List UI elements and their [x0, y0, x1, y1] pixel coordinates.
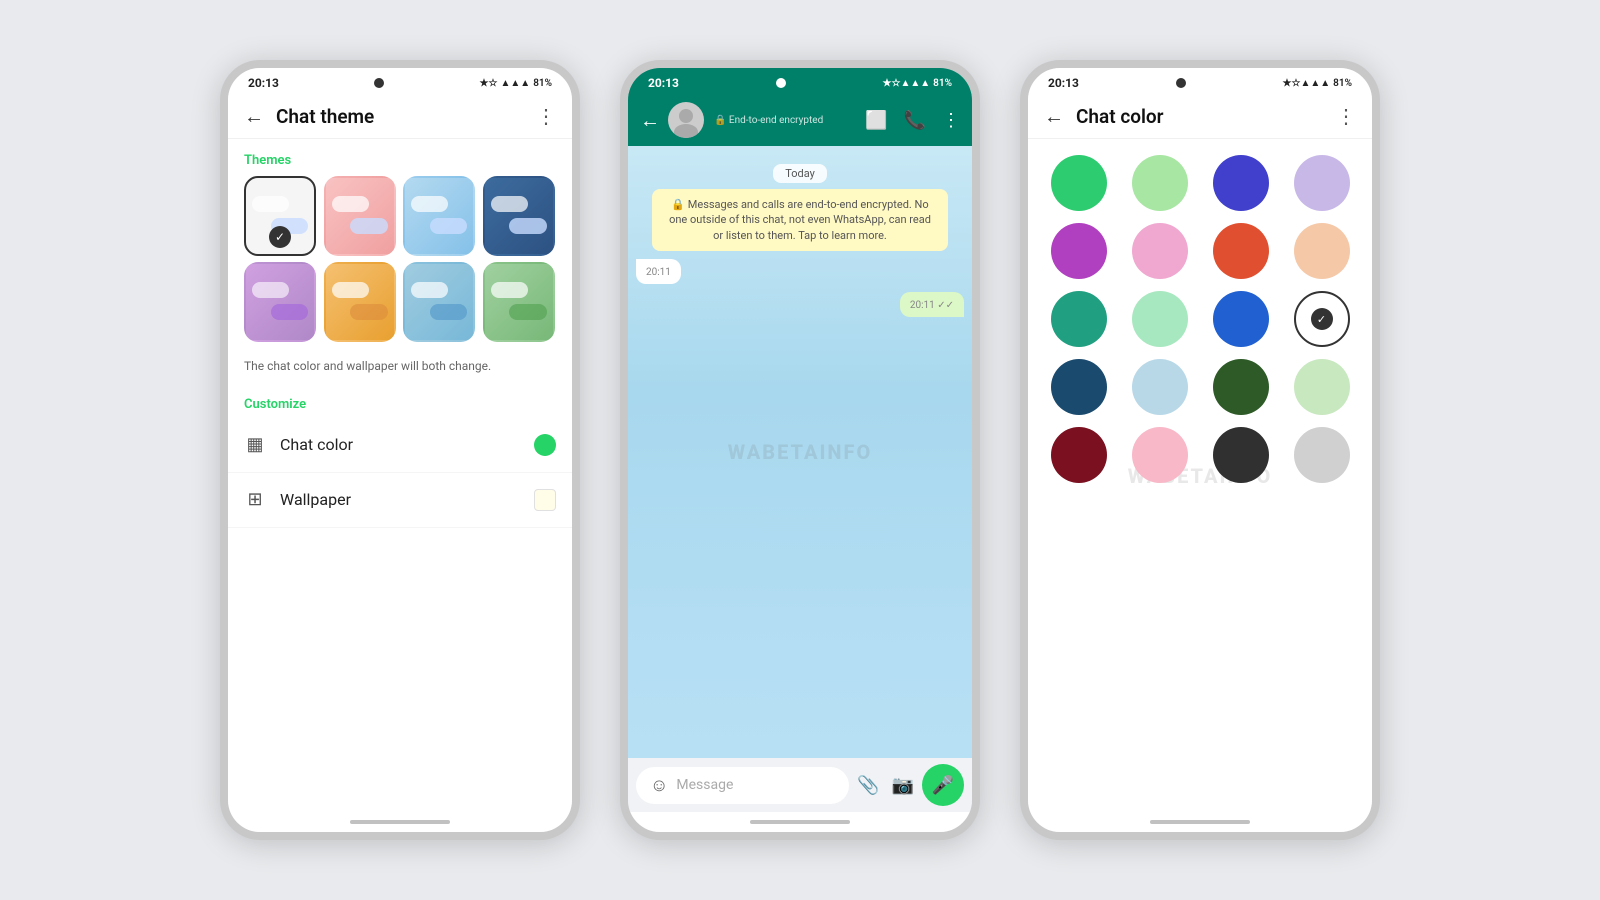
chat-body: WABETAINFO Today 🔒 Messages and calls ar…: [628, 146, 972, 758]
color-teal[interactable]: [1051, 291, 1107, 347]
wallpaper-menu-item[interactable]: ⊞ Wallpaper: [228, 473, 572, 528]
menu-button-1[interactable]: ⋮: [536, 104, 556, 128]
color-rose[interactable]: [1132, 427, 1188, 483]
color-orange-red[interactable]: [1213, 223, 1269, 279]
chat-contact-info: 🔒 End-to-end encrypted: [714, 115, 865, 126]
time-1: 20:13: [248, 76, 279, 90]
theme-check-white: ✓: [269, 226, 291, 248]
theme-item-orange[interactable]: [324, 262, 396, 342]
home-indicator-2: [628, 812, 972, 832]
emoji-icon[interactable]: ☺: [650, 775, 668, 796]
color-light-blue[interactable]: [1132, 359, 1188, 415]
theme-item-white[interactable]: ✓: [244, 176, 316, 256]
phone-chat-screen: 20:13 ★☆▲▲▲ 81% ← 🔒 End-to-end encrypted…: [620, 60, 980, 840]
chat-avatar: [668, 102, 704, 138]
mic-button[interactable]: 🎤: [922, 764, 964, 806]
chat-color-label: Chat color: [280, 435, 534, 454]
color-white-selected[interactable]: ✓: [1294, 291, 1350, 347]
wallpaper-indicator: [534, 489, 556, 511]
status-bar-2: 20:13 ★☆▲▲▲ 81%: [628, 68, 972, 94]
color-mint[interactable]: [1132, 291, 1188, 347]
chat-input-bar: ☺ Message 📎 📷 🎤: [628, 758, 972, 812]
color-navy[interactable]: [1051, 359, 1107, 415]
customize-label: Customize: [228, 389, 572, 418]
app-bar-3: ← Chat color ⋮: [1028, 94, 1372, 139]
status-bar-3: 20:13 ★☆▲▲▲ 81%: [1028, 68, 1372, 94]
screen-content-3: WABETAINFO ✓: [1028, 139, 1372, 812]
page-title-3: Chat color: [1076, 105, 1336, 128]
status-bar-1: 20:13 ★☆ ▲▲▲ 81%: [228, 68, 572, 94]
color-grid: ✓: [1028, 139, 1372, 499]
camera-icon[interactable]: 📷: [892, 775, 914, 796]
wallpaper-icon: ⊞: [244, 489, 266, 511]
color-black[interactable]: [1213, 427, 1269, 483]
color-gray[interactable]: [1294, 427, 1350, 483]
chat-color-icon: ▦: [244, 434, 266, 456]
watermark-2: WABETAINFO: [728, 440, 873, 464]
time-3: 20:13: [1048, 76, 1079, 90]
date-badge: Today: [636, 162, 964, 181]
msg-time-sent: 20:11 ✓✓: [910, 300, 954, 311]
menu-button-3[interactable]: ⋮: [1336, 104, 1356, 128]
message-sent: 20:11 ✓✓: [900, 292, 964, 317]
app-bar-1: ← Chat theme ⋮: [228, 94, 572, 139]
chat-attachment-icons: 📎 📷: [857, 775, 914, 796]
color-peach[interactable]: [1294, 223, 1350, 279]
message-placeholder: Message: [676, 777, 835, 793]
selected-check: ✓: [1311, 308, 1333, 330]
color-forest[interactable]: [1213, 359, 1269, 415]
home-indicator-1: [228, 812, 572, 832]
screen-content-1: Themes ✓: [228, 139, 572, 812]
theme-item-pink[interactable]: [324, 176, 396, 256]
theme-note: The chat color and wallpaper will both c…: [228, 354, 572, 389]
wallpaper-label: Wallpaper: [280, 490, 534, 509]
video-call-icon[interactable]: ⬜: [865, 110, 887, 131]
attach-icon[interactable]: 📎: [857, 775, 879, 796]
time-2: 20:13: [648, 76, 679, 90]
color-green[interactable]: [1051, 155, 1107, 211]
color-sage[interactable]: [1294, 359, 1350, 415]
msg-time-received: 20:11: [646, 267, 671, 278]
camera-dot-1: [374, 78, 384, 88]
status-icons-1: ★☆ ▲▲▲ 81%: [480, 78, 552, 89]
chat-action-icons: ⬜ 📞 ⋮: [865, 110, 960, 131]
theme-item-blue[interactable]: [403, 176, 475, 256]
home-indicator-3: [1028, 812, 1372, 832]
theme-item-nature[interactable]: [483, 262, 555, 342]
color-indigo[interactable]: [1213, 155, 1269, 211]
camera-dot-3: [1176, 78, 1186, 88]
themes-grid: ✓: [228, 176, 572, 354]
color-lavender[interactable]: [1294, 155, 1350, 211]
theme-item-teal[interactable]: [403, 262, 475, 342]
color-blue[interactable]: [1213, 291, 1269, 347]
status-icons-3: ★☆▲▲▲ 81%: [1283, 78, 1352, 89]
color-maroon[interactable]: [1051, 427, 1107, 483]
color-light-green[interactable]: [1132, 155, 1188, 211]
phone-chat-theme: 20:13 ★☆ ▲▲▲ 81% ← Chat theme ⋮ Themes ✓: [220, 60, 580, 840]
e2e-header-text: 🔒 End-to-end encrypted: [714, 115, 865, 126]
back-button-3[interactable]: ←: [1044, 106, 1064, 126]
message-input[interactable]: ☺ Message: [636, 767, 849, 804]
themes-label: Themes: [228, 139, 572, 176]
chat-messages: 20:11 20:11 ✓✓: [636, 255, 964, 321]
status-icons-2: ★☆▲▲▲ 81%: [883, 78, 952, 89]
chat-menu-icon[interactable]: ⋮: [942, 110, 960, 131]
theme-item-darkblue[interactable]: [483, 176, 555, 256]
color-pink-light[interactable]: [1132, 223, 1188, 279]
e2e-notice: 🔒 Messages and calls are end-to-end encr…: [652, 189, 948, 251]
chat-back-button[interactable]: ←: [640, 108, 660, 133]
color-purple[interactable]: [1051, 223, 1107, 279]
phone-chat-color: 20:13 ★☆▲▲▲ 81% ← Chat color ⋮ WABETAINF…: [1020, 60, 1380, 840]
chat-app-bar: ← 🔒 End-to-end encrypted ⬜ 📞 ⋮: [628, 94, 972, 146]
camera-dot-2: [776, 78, 786, 88]
chat-color-indicator: [534, 434, 556, 456]
theme-item-purple[interactable]: [244, 262, 316, 342]
back-button-1[interactable]: ←: [244, 106, 264, 126]
chat-color-menu-item[interactable]: ▦ Chat color: [228, 418, 572, 473]
message-received: 20:11: [636, 259, 681, 284]
voice-call-icon[interactable]: 📞: [904, 110, 926, 131]
page-title-1: Chat theme: [276, 105, 536, 128]
